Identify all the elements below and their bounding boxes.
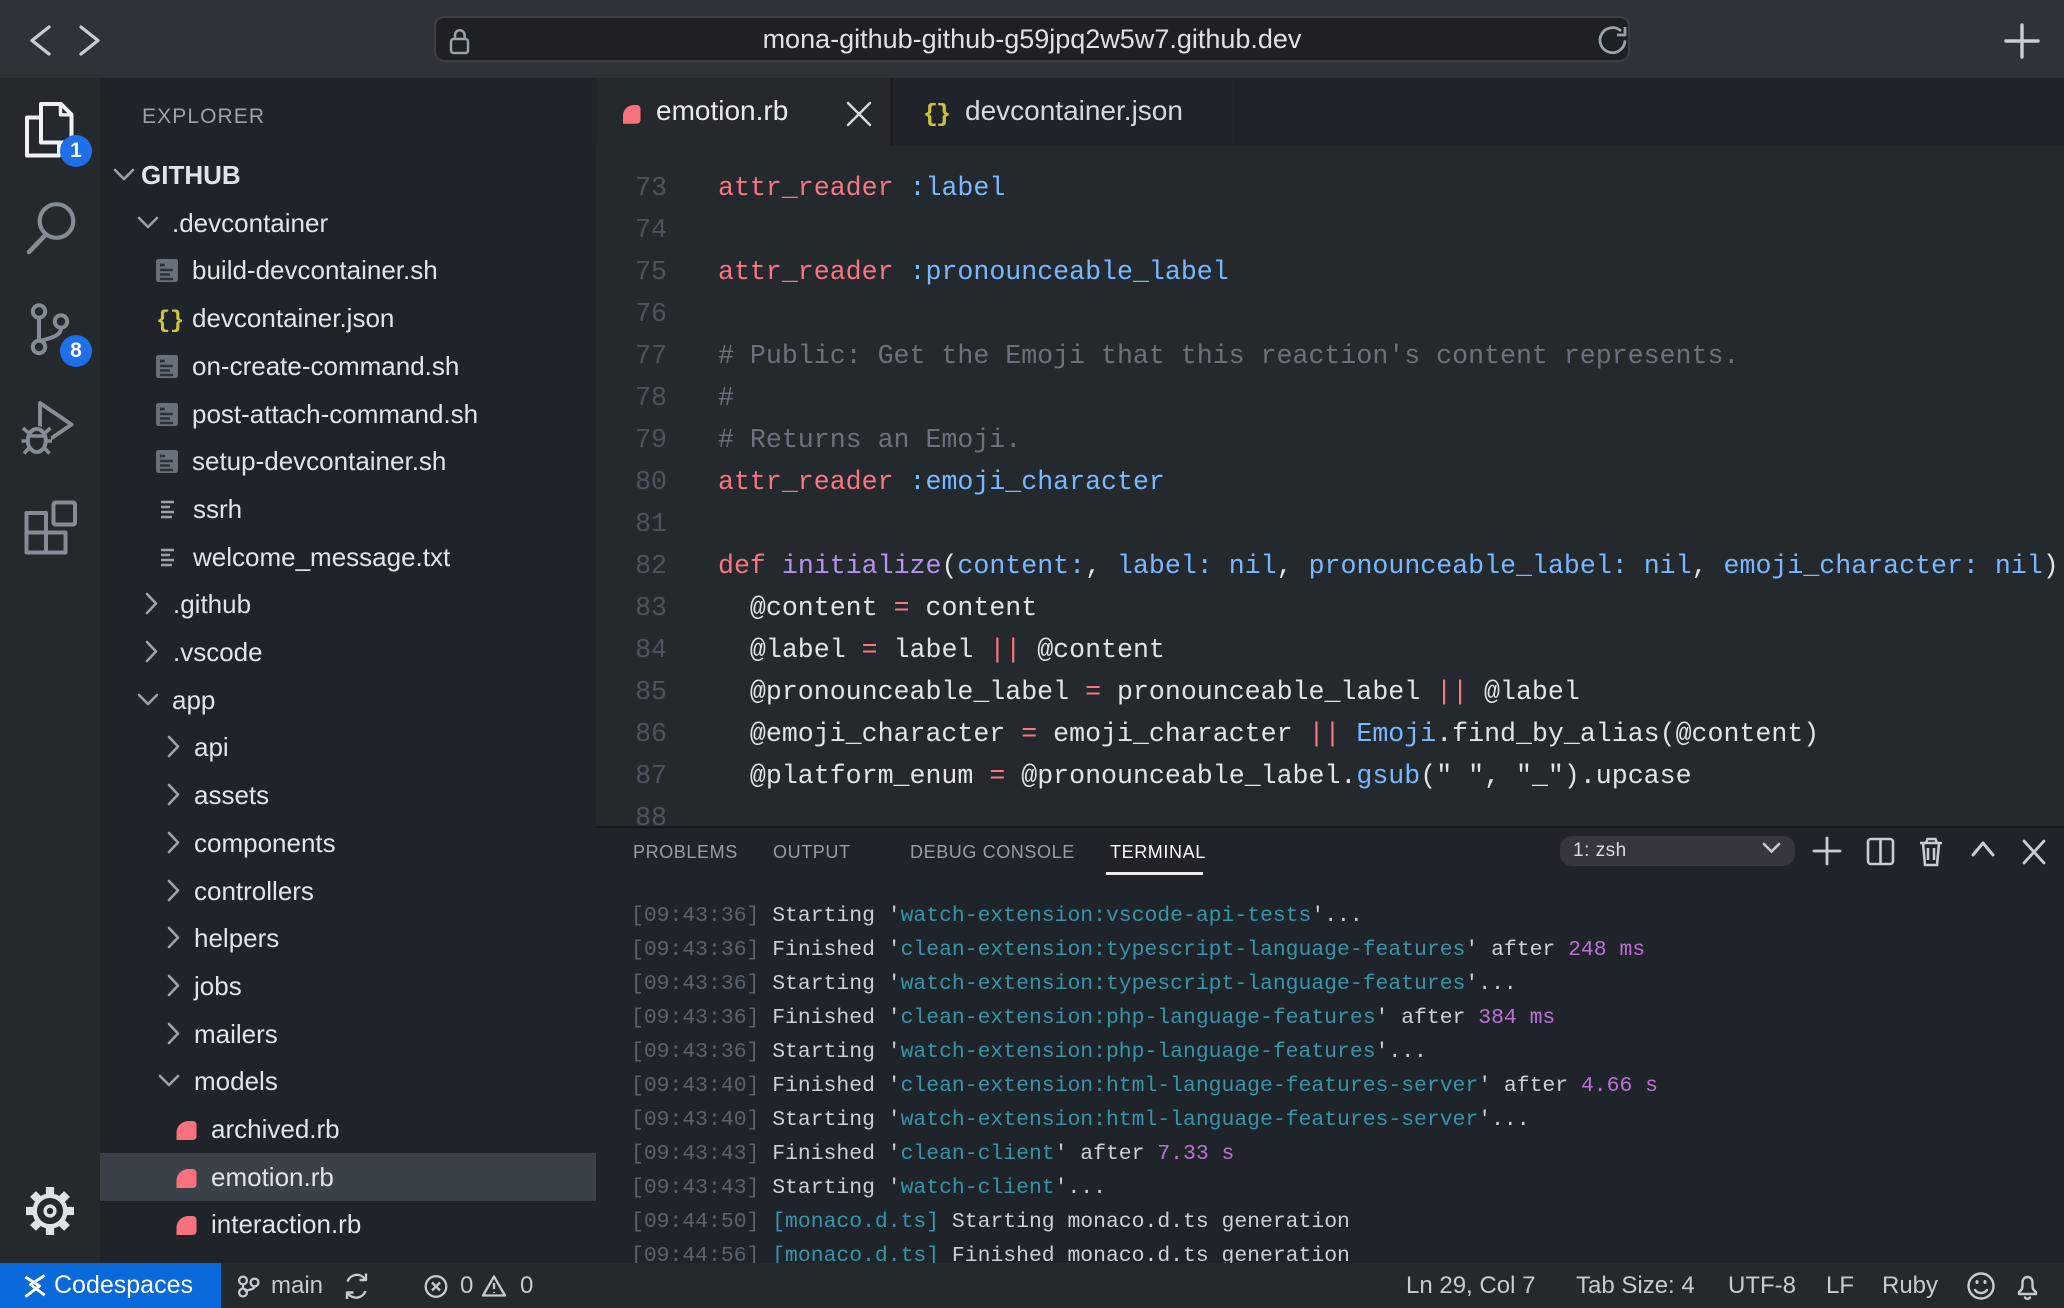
svg-text:{}: {} [156, 308, 184, 335]
svg-text:{}: {} [923, 100, 949, 129]
